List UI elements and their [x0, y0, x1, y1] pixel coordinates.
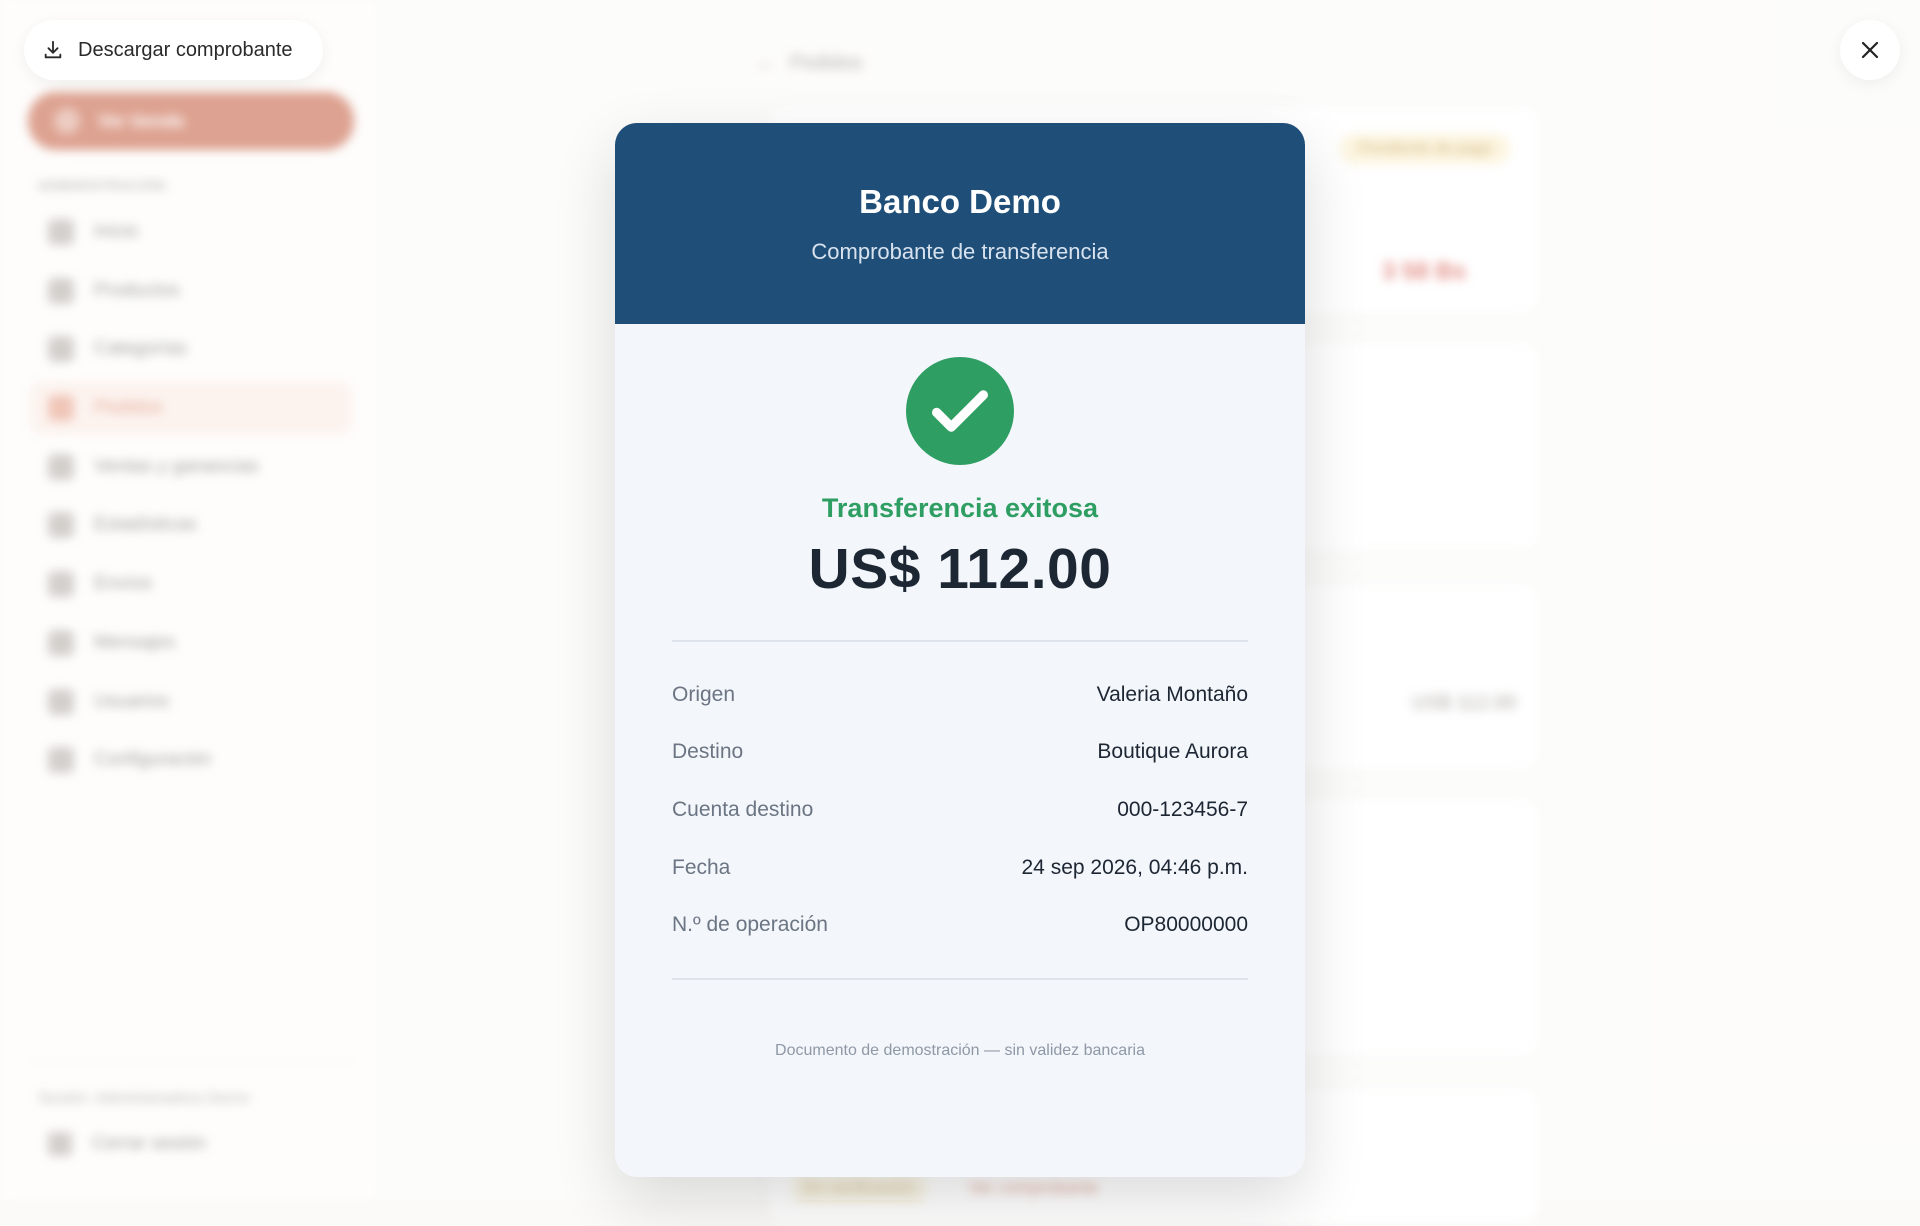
detail-value: 24 sep 2026, 04:46 p.m.	[1021, 855, 1249, 879]
success-check-icon	[906, 357, 1014, 465]
download-receipt-button[interactable]: Descargar comprobante	[24, 20, 323, 80]
close-icon	[1861, 41, 1879, 59]
transfer-amount: US$ 112.00	[808, 537, 1112, 601]
detail-row-fecha: Fecha 24 sep 2026, 04:46 p.m.	[672, 839, 1248, 897]
detail-row-cuenta-destino: Cuenta destino 000-123456-7	[672, 781, 1248, 839]
transfer-receipt: Banco Demo Comprobante de transferencia …	[615, 123, 1305, 1177]
divider	[672, 977, 1248, 980]
detail-row-destino: Destino Boutique Aurora	[672, 724, 1248, 782]
checkmark-icon	[932, 390, 988, 432]
close-button[interactable]	[1840, 20, 1900, 80]
transfer-status: Transferencia exitosa	[821, 493, 1099, 523]
detail-row-operacion: N.º de operación OP80000000	[672, 896, 1248, 954]
detail-label: N.º de operación	[672, 913, 828, 937]
detail-value: Valeria Montaño	[1096, 682, 1248, 706]
receipt-subtitle: Comprobante de transferencia	[811, 239, 1109, 264]
detail-label: Origen	[672, 682, 736, 706]
download-receipt-label: Descargar comprobante	[78, 38, 293, 61]
divider	[672, 640, 1248, 642]
receipt-disclaimer: Documento de demostración — sin validez …	[775, 1041, 1145, 1059]
detail-label: Fecha	[672, 855, 731, 879]
detail-value: OP80000000	[1124, 913, 1248, 937]
detail-label: Cuenta destino	[672, 797, 814, 821]
receipt-header: Banco Demo Comprobante de transferencia	[615, 123, 1305, 324]
transfer-details: Origen Valeria Montaño Destino Boutique …	[672, 666, 1248, 954]
detail-value: Boutique Aurora	[1097, 740, 1248, 764]
detail-value: 000-123456-7	[1117, 797, 1248, 821]
detail-row-origen: Origen Valeria Montaño	[672, 666, 1248, 724]
detail-label: Destino	[672, 740, 744, 764]
download-icon	[44, 40, 62, 59]
bank-name: Banco Demo	[859, 183, 1061, 220]
